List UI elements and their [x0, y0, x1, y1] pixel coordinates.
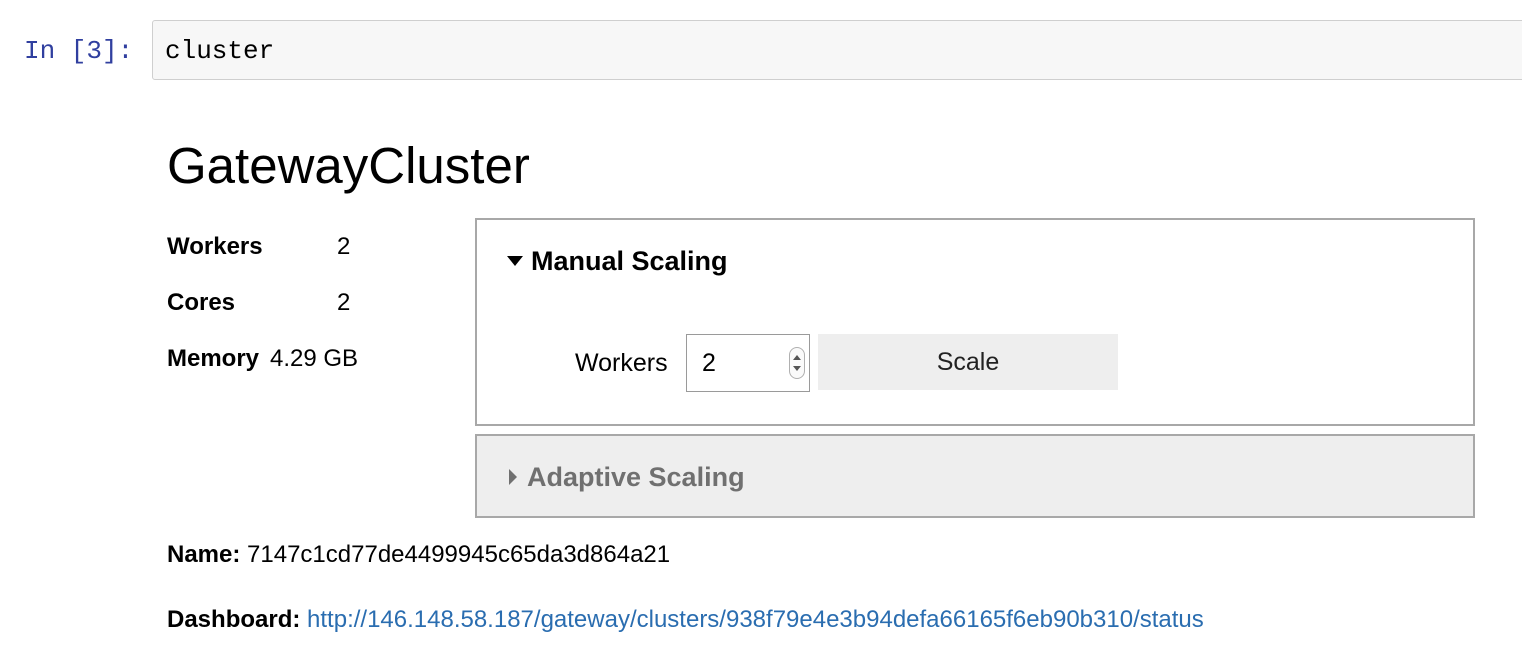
cluster-name-row: Name: 7147c1cd77de4499945c65da3d864a21 [167, 538, 670, 572]
adaptive-scaling-title: Adaptive Scaling [527, 462, 745, 492]
stat-row-workers: Workers 2 [167, 230, 377, 264]
manual-scaling-header[interactable]: Manual Scaling [507, 244, 728, 278]
workers-input-label: Workers [575, 349, 668, 377]
stat-label: Cores [167, 289, 236, 316]
cluster-title: GatewayCluster [167, 137, 530, 194]
spin-down-icon[interactable] [793, 366, 801, 371]
manual-scaling-panel: Manual Scaling Workers 2 Scale [475, 218, 1475, 426]
stat-label: Memory [167, 345, 260, 372]
dashboard-link[interactable]: http://146.148.58.187/gateway/clusters/9… [307, 606, 1204, 633]
stat-value: 2 [337, 289, 351, 316]
stat-value: 2 [337, 233, 351, 260]
adaptive-scaling-header[interactable]: Adaptive Scaling [507, 460, 745, 494]
manual-scaling-title: Manual Scaling [531, 246, 728, 276]
workers-input-value: 2 [702, 349, 716, 377]
caret-down-icon [507, 255, 523, 266]
stat-row-cores: Cores 2 [167, 286, 377, 320]
stat-row-memory: Memory 4.29 GB [167, 342, 377, 376]
dashboard-row: Dashboard: http://146.148.58.187/gateway… [167, 603, 1204, 637]
code-input-area[interactable]: cluster [152, 20, 1522, 80]
cell-prompt: In [3]: [24, 36, 134, 66]
caret-right-icon [509, 468, 517, 485]
scale-button[interactable]: Scale [818, 334, 1118, 390]
name-label: Name: [167, 541, 241, 568]
stat-label: Workers [167, 233, 263, 260]
spin-up-icon[interactable] [793, 355, 801, 360]
scale-controls: Workers 2 Scale [575, 334, 1135, 392]
adaptive-scaling-panel[interactable]: Adaptive Scaling [475, 434, 1475, 518]
stat-value: 4.29 GB [270, 345, 359, 372]
name-value: 7147c1cd77de4499945c65da3d864a21 [247, 541, 671, 568]
code-text: cluster [165, 36, 275, 66]
workers-number-input[interactable]: 2 [686, 334, 810, 392]
spinner-arrows-icon[interactable] [789, 347, 805, 379]
notebook-page: In [3]: cluster GatewayCluster Workers 2… [0, 0, 1522, 672]
dashboard-label: Dashboard: [167, 606, 301, 633]
